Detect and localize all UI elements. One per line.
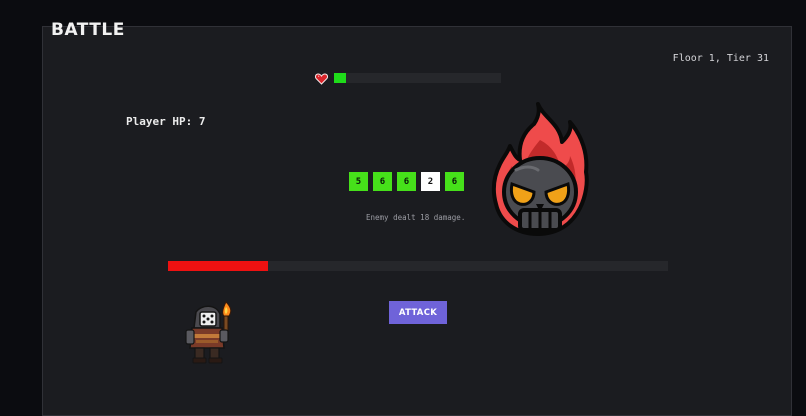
die-value: 6 (403, 176, 410, 187)
attack-button[interactable]: ATTACK (389, 301, 447, 324)
die-1[interactable]: 5 (349, 172, 368, 191)
dice-row: 5 6 6 2 6 (349, 172, 464, 191)
dice-head-knight-icon (185, 301, 232, 364)
floor-info: Floor 1, Tier 31 (672, 53, 769, 64)
die-4[interactable]: 2 (421, 172, 440, 191)
die-5[interactable]: 6 (445, 172, 464, 191)
enemy-hp-bar (334, 73, 501, 83)
flaming-skull-icon (491, 102, 589, 236)
die-value: 6 (379, 176, 386, 187)
die-value: 2 (427, 176, 434, 187)
player-hp-bar (168, 261, 668, 271)
die-value: 5 (355, 176, 362, 187)
player-hp-label: Player HP: 7 (126, 115, 206, 128)
heart-icon (315, 73, 328, 85)
combat-log-message: Enemy dealt 18 damage. (366, 213, 466, 222)
die-3[interactable]: 6 (397, 172, 416, 191)
die-value: 6 (451, 176, 458, 187)
page-title: BATTLE (51, 20, 125, 40)
enemy-hp-fill (334, 73, 346, 83)
player-hp-fill (168, 261, 268, 271)
die-2[interactable]: 6 (373, 172, 392, 191)
